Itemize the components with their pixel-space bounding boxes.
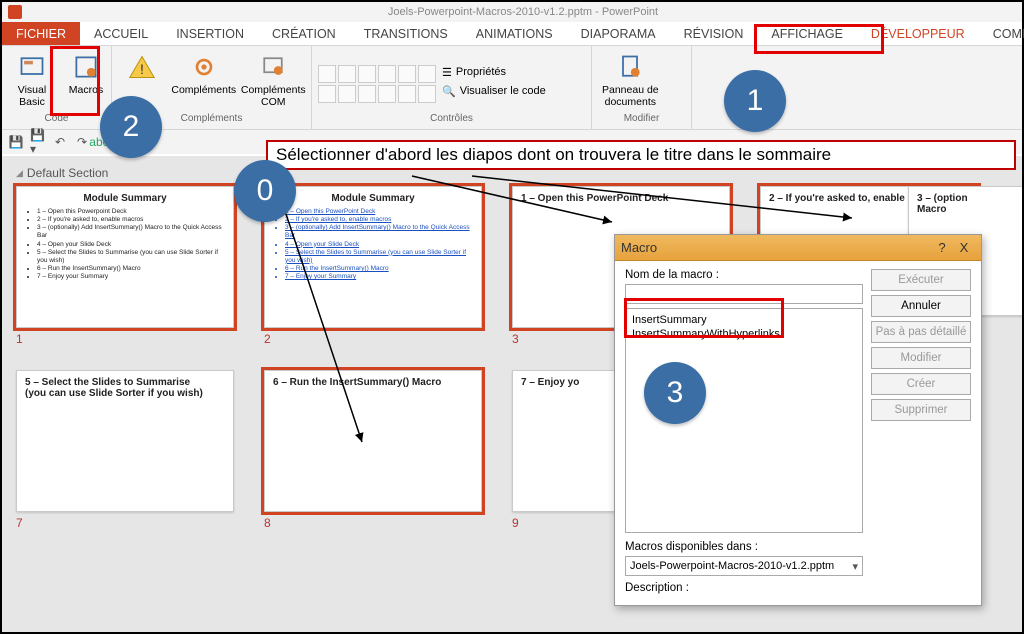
undo-icon[interactable]: ↶: [52, 134, 68, 150]
visual-basic-label: Visual Basic: [18, 84, 46, 108]
macro-list-item[interactable]: InsertSummary: [632, 313, 856, 327]
dialog-titlebar[interactable]: Macro ? X: [615, 235, 981, 261]
view-code-label: Visualiser le code: [460, 85, 546, 97]
macros-in-value: Joels-Powerpoint-Macros-2010-v1.2.pptm: [630, 560, 834, 572]
com-addins-icon: [258, 52, 288, 82]
slide-title: 1 – Open this PowerPoint Deck: [521, 193, 721, 204]
tab-animations[interactable]: ANIMATIONS: [462, 22, 567, 45]
slide-title: 3 – (option Macro: [917, 193, 1022, 215]
title-bar: Joels-Powerpoint-Macros-2010-v1.2.pptm -…: [2, 2, 1022, 22]
addins-button[interactable]: Compléments: [172, 50, 236, 98]
svg-text:!: !: [140, 61, 144, 77]
step-macro-button[interactable]: Pas à pas détaillé: [871, 321, 971, 343]
macro-list-item[interactable]: InsertSummaryWithHyperlinks: [632, 327, 856, 341]
cancel-macro-button[interactable]: Annuler: [871, 295, 971, 317]
properties-button[interactable]: ☰ Propriétés: [442, 66, 546, 79]
warning-icon: !: [118, 50, 166, 86]
tab-diaporama[interactable]: DIAPORAMA: [567, 22, 670, 45]
tab-creation[interactable]: CRÉATION: [258, 22, 350, 45]
properties-label: Propriétés: [456, 66, 506, 78]
instruction-text: Sélectionner d'abord les diapos dont on …: [276, 145, 831, 165]
document-panel-icon: [615, 52, 645, 82]
delete-macro-button[interactable]: Supprimer: [871, 399, 971, 421]
slide-thumb-2[interactable]: Module Summary 1 – Open this PowerPoint …: [264, 186, 482, 346]
controls-gallery[interactable]: [318, 61, 436, 103]
slide-title: Module Summary: [273, 193, 473, 204]
create-macro-button[interactable]: Créer: [871, 373, 971, 395]
powerpoint-icon: [8, 5, 22, 19]
close-button[interactable]: X: [953, 240, 975, 255]
macros-button[interactable]: Macros: [62, 50, 110, 98]
slide-number: 8: [264, 516, 482, 530]
slide-title: Module Summary: [25, 193, 225, 204]
help-button[interactable]: ?: [931, 240, 953, 255]
slide-number: 1: [16, 332, 234, 346]
macro-name-label: Nom de la macro :: [625, 269, 863, 281]
visual-basic-button[interactable]: Visual Basic: [8, 50, 56, 110]
slide-number: 7: [16, 516, 234, 530]
tab-accueil[interactable]: ACCUEIL: [80, 22, 162, 45]
tab-revision[interactable]: RÉVISION: [670, 22, 758, 45]
slide-thumb-7[interactable]: 5 – Select the Slides to Summarise (you …: [16, 370, 234, 530]
addins-label: Compléments: [171, 84, 236, 96]
macros-icon: [71, 52, 101, 82]
window-title: Joels-Powerpoint-Macros-2010-v1.2.pptm -…: [30, 6, 1016, 18]
step-bubble-1: 1: [724, 70, 786, 132]
macros-label: Macros: [69, 84, 103, 96]
visual-basic-icon: [17, 52, 47, 82]
section-name: Default Section: [27, 166, 108, 180]
properties-icon: ☰: [442, 66, 452, 79]
group-controls-label: Contrôles: [318, 113, 585, 127]
step-bubble-3: 3: [644, 362, 706, 424]
redo-icon[interactable]: ↷: [74, 134, 90, 150]
save-icon[interactable]: 💾: [8, 134, 24, 150]
tab-file[interactable]: FICHIER: [2, 22, 80, 45]
slide-title: 6 – Run the InsertSummary() Macro: [273, 377, 473, 388]
saveas-icon[interactable]: 💾▾: [30, 134, 46, 150]
document-panel-button[interactable]: Panneau de documents: [598, 50, 663, 110]
dialog-title: Macro: [621, 240, 931, 255]
slide-thumb-1[interactable]: Module Summary 1 – Open this Powerpoint …: [16, 186, 234, 346]
view-code-icon: 🔍: [442, 85, 456, 98]
run-macro-button[interactable]: Exécuter: [871, 269, 971, 291]
tab-affichage[interactable]: AFFICHAGE: [757, 22, 857, 45]
addins-icon: [189, 52, 219, 82]
tab-developpeur[interactable]: DÉVELOPPEUR: [857, 22, 979, 45]
tab-complements[interactable]: COMPLÉMENTS: [979, 22, 1024, 45]
macro-name-input[interactable]: [625, 284, 863, 304]
slide-number: 2: [264, 332, 482, 346]
tab-insertion[interactable]: INSERTION: [162, 22, 258, 45]
group-modify-label: Modifier: [598, 113, 685, 127]
edit-macro-button[interactable]: Modifier: [871, 347, 971, 369]
ribbon-tabs: FICHIER ACCUEIL INSERTION CRÉATION TRANS…: [2, 22, 1022, 46]
step-bubble-2: 2: [100, 96, 162, 158]
instruction-callout: Sélectionner d'abord les diapos dont on …: [266, 140, 1016, 170]
com-addins-button[interactable]: Compléments COM: [242, 50, 306, 110]
slide-title: 5 – Select the Slides to Summarise (you …: [25, 377, 225, 399]
step-bubble-0: 0: [234, 160, 296, 222]
slide-bullets: 1 – Open this PowerPoint Deck2 – If you'…: [273, 208, 473, 281]
slide-thumb-8[interactable]: 6 – Run the InsertSummary() Macro 8: [264, 370, 482, 530]
com-addins-label: Compléments COM: [241, 84, 306, 108]
description-label: Description :: [625, 582, 863, 594]
document-panel-label: Panneau de documents: [602, 84, 659, 108]
view-code-button[interactable]: 🔍 Visualiser le code: [442, 85, 546, 98]
macros-in-select[interactable]: Joels-Powerpoint-Macros-2010-v1.2.pptm: [625, 556, 863, 576]
slide-bullets: 1 – Open this Powerpoint Deck2 – If you'…: [25, 208, 225, 281]
group-code-label: Code: [8, 113, 105, 127]
macros-in-label: Macros disponibles dans :: [625, 541, 863, 553]
tab-transitions[interactable]: TRANSITIONS: [350, 22, 462, 45]
